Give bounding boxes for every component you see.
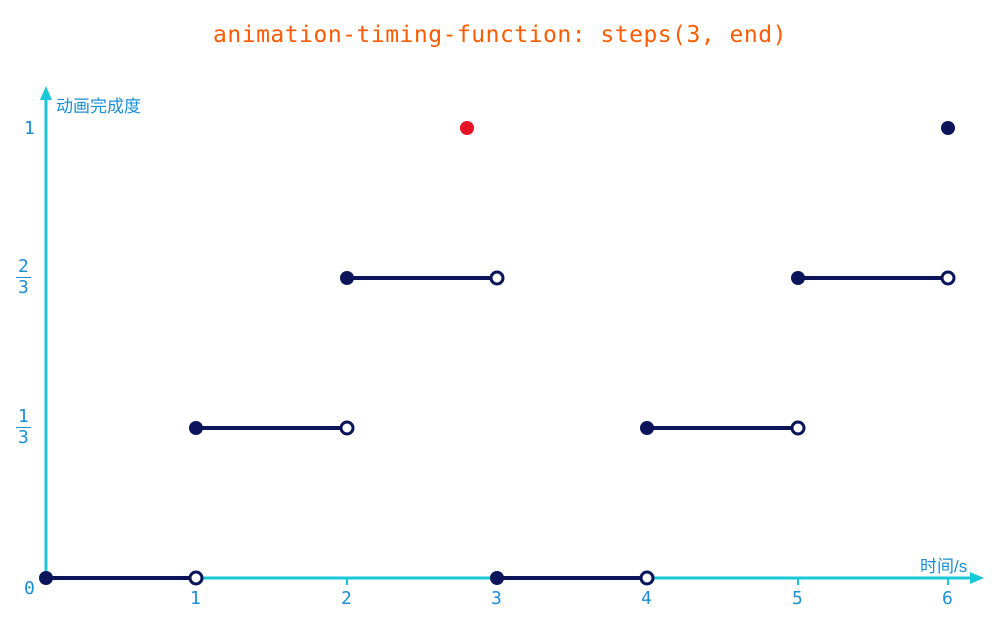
y-tick-one-third: 1 3 [16, 408, 31, 447]
fraction-denominator: 3 [16, 278, 31, 297]
fraction-numerator: 1 [16, 408, 31, 428]
x-tick-3: 3 [491, 588, 502, 609]
y-tick-two-thirds: 2 3 [16, 258, 31, 297]
step-chart [0, 0, 1000, 626]
fraction-denominator: 3 [16, 428, 31, 447]
step-segments [46, 278, 948, 578]
y-axis-arrow-icon [40, 86, 52, 100]
x-tick-5: 5 [792, 588, 803, 609]
origin-label: 0 [24, 578, 35, 599]
x-tick-1: 1 [190, 588, 201, 609]
x-tick-2: 2 [341, 588, 352, 609]
fraction-numerator: 2 [16, 258, 31, 278]
closed-points [39, 121, 955, 585]
x-tick-4: 4 [641, 588, 652, 609]
red-end-point [460, 121, 474, 135]
y-axis-label: 动画完成度 [56, 92, 141, 117]
y-tick-1: 1 [24, 118, 35, 139]
x-axis-arrow-icon [970, 572, 984, 584]
x-tick-6: 6 [942, 588, 953, 609]
x-axis-label: 时间/s [920, 552, 967, 577]
